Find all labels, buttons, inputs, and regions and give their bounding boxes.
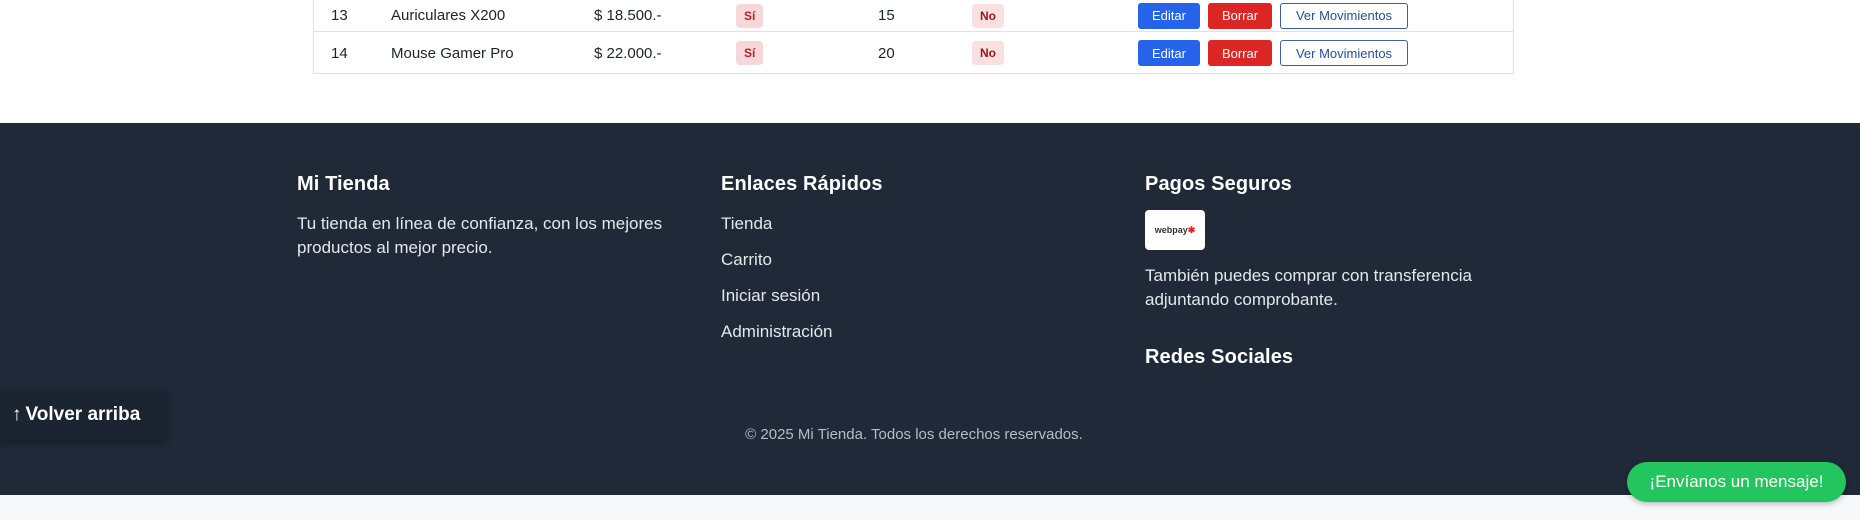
site-footer: Mi Tienda Tu tienda en línea de confianz… <box>0 123 1860 495</box>
view-movements-button[interactable]: Ver Movimientos <box>1280 2 1408 29</box>
webpay-logo-icon: webpay✱ <box>1145 210 1205 250</box>
product-id: 14 <box>331 44 348 62</box>
products-table: 13 Auriculares X200 $ 18.500.- Sí 15 No … <box>313 0 1514 74</box>
copyright-text: © 2025 Mi Tienda. Todos los derechos res… <box>745 426 1083 443</box>
page-bottom <box>0 495 1860 520</box>
table-row: 13 Auriculares X200 $ 18.500.- Sí 15 No … <box>314 0 1513 32</box>
product-name: Auriculares X200 <box>391 7 506 24</box>
edit-button[interactable]: Editar <box>1138 2 1200 29</box>
delete-button[interactable]: Borrar <box>1208 2 1272 29</box>
footer-link-admin[interactable]: Administración <box>721 320 1021 356</box>
social-title: Redes Sociales <box>1145 346 1294 368</box>
edit-button[interactable]: Editar <box>1138 40 1200 66</box>
footer-link-tienda[interactable]: Tienda <box>721 212 1021 248</box>
status-badge-no: No <box>972 3 1004 28</box>
transfer-info: También puedes comprar con transferencia… <box>1145 266 1472 309</box>
back-to-top-button[interactable]: ↑ Volver arriba <box>0 390 166 440</box>
footer-description: Tu tienda en línea de confianza, con los… <box>297 214 663 257</box>
product-price: $ 22.000.- <box>594 44 662 62</box>
chat-button[interactable]: ¡Envíanos un mensaje! <box>1627 462 1846 502</box>
status-badge-yes: Sí <box>736 41 764 65</box>
products-table-area: 13 Auriculares X200 $ 18.500.- Sí 15 No … <box>0 0 1860 122</box>
footer-brand-title: Mi Tienda <box>297 173 390 195</box>
product-id: 13 <box>331 7 348 24</box>
product-name: Mouse Gamer Pro <box>391 44 514 62</box>
footer-quick-links: Enlaces Rápidos Tienda Carrito Iniciar s… <box>721 173 1021 356</box>
status-badge-yes: Sí <box>736 3 764 28</box>
footer-link-carrito[interactable]: Carrito <box>721 248 1021 284</box>
table-row: 14 Mouse Gamer Pro $ 22.000.- Sí 20 No E… <box>314 32 1513 74</box>
status-badge-no: No <box>972 41 1004 65</box>
footer-payments: Pagos Seguros webpay✱ También puedes com… <box>1145 173 1545 385</box>
footer-about: Mi Tienda Tu tienda en línea de confianz… <box>297 173 697 260</box>
product-stock: 20 <box>878 44 895 62</box>
view-movements-button[interactable]: Ver Movimientos <box>1280 40 1408 66</box>
product-price: $ 18.500.- <box>594 7 662 24</box>
quick-links-title: Enlaces Rápidos <box>721 173 883 195</box>
secure-payments-title: Pagos Seguros <box>1145 173 1292 195</box>
delete-button[interactable]: Borrar <box>1208 40 1272 66</box>
footer-link-login[interactable]: Iniciar sesión <box>721 284 1021 320</box>
back-to-top-label: Volver arriba <box>25 404 141 425</box>
product-stock: 15 <box>878 7 895 24</box>
arrow-up-icon: ↑ <box>12 404 22 425</box>
quick-links-list: Tienda Carrito Iniciar sesión Administra… <box>721 212 1021 356</box>
